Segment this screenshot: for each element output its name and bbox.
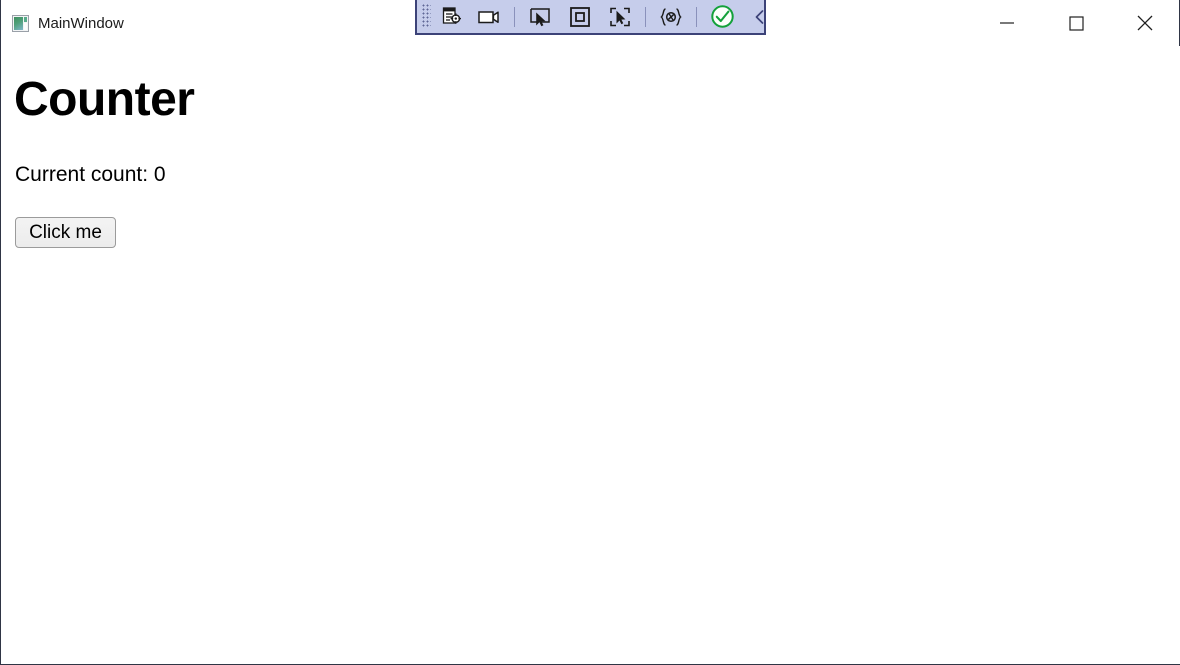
- camera-icon: [477, 7, 501, 27]
- page-title: Counter: [14, 76, 194, 124]
- maximize-button[interactable]: [1041, 0, 1110, 46]
- page-content: Counter Current count: 0 Click me: [2, 46, 1180, 664]
- grip-dots-icon: [422, 4, 431, 27]
- toolbar-button-hot-reload-settings[interactable]: [651, 1, 691, 32]
- main-window: MainWindow: [0, 0, 1180, 665]
- nested-square-icon: [568, 6, 592, 28]
- app-icon-accent-bottom: [24, 23, 27, 30]
- toolbar-button-go-to-live-visual-tree[interactable]: [434, 1, 469, 32]
- window-controls: [972, 0, 1179, 46]
- current-count-text: Current count: 0: [15, 164, 166, 185]
- braces-settings-icon: [658, 6, 684, 28]
- chevron-left-icon: [750, 7, 770, 27]
- maximize-icon: [1064, 11, 1088, 35]
- live-visual-tree-icon: [441, 6, 463, 28]
- title-bar-left-group: MainWindow: [12, 0, 124, 46]
- app-icon-gradient-block: [14, 17, 23, 30]
- toolbar-button-display-layout-adorners[interactable]: [520, 1, 560, 32]
- click-me-button[interactable]: Click me: [15, 217, 116, 248]
- toolbar-separator-3: [696, 7, 697, 27]
- toolbar-button-collapse[interactable]: [742, 1, 777, 32]
- toolbar-button-select-element[interactable]: [600, 1, 640, 32]
- app-icon-accent-top: [24, 17, 27, 22]
- toolbar-separator-1: [514, 7, 515, 27]
- toolbar-drag-grip[interactable]: [418, 0, 434, 34]
- minimize-button[interactable]: [972, 0, 1041, 46]
- toolbar-button-track-focused-element[interactable]: [469, 1, 509, 32]
- minimize-icon: [995, 11, 1019, 35]
- green-check-circle-icon: [710, 4, 735, 29]
- window-app-icon: [12, 15, 29, 32]
- close-icon: [1132, 10, 1158, 36]
- toolbar-button-preview-selection[interactable]: [560, 1, 600, 32]
- toolbar-button-hot-reload-status[interactable]: [702, 1, 742, 32]
- close-button[interactable]: [1110, 0, 1179, 46]
- window-title: MainWindow: [38, 16, 124, 31]
- cursor-frame-icon: [528, 6, 552, 28]
- select-element-icon: [608, 6, 632, 28]
- xaml-in-app-toolbar[interactable]: [415, 0, 766, 35]
- toolbar-separator-2: [645, 7, 646, 27]
